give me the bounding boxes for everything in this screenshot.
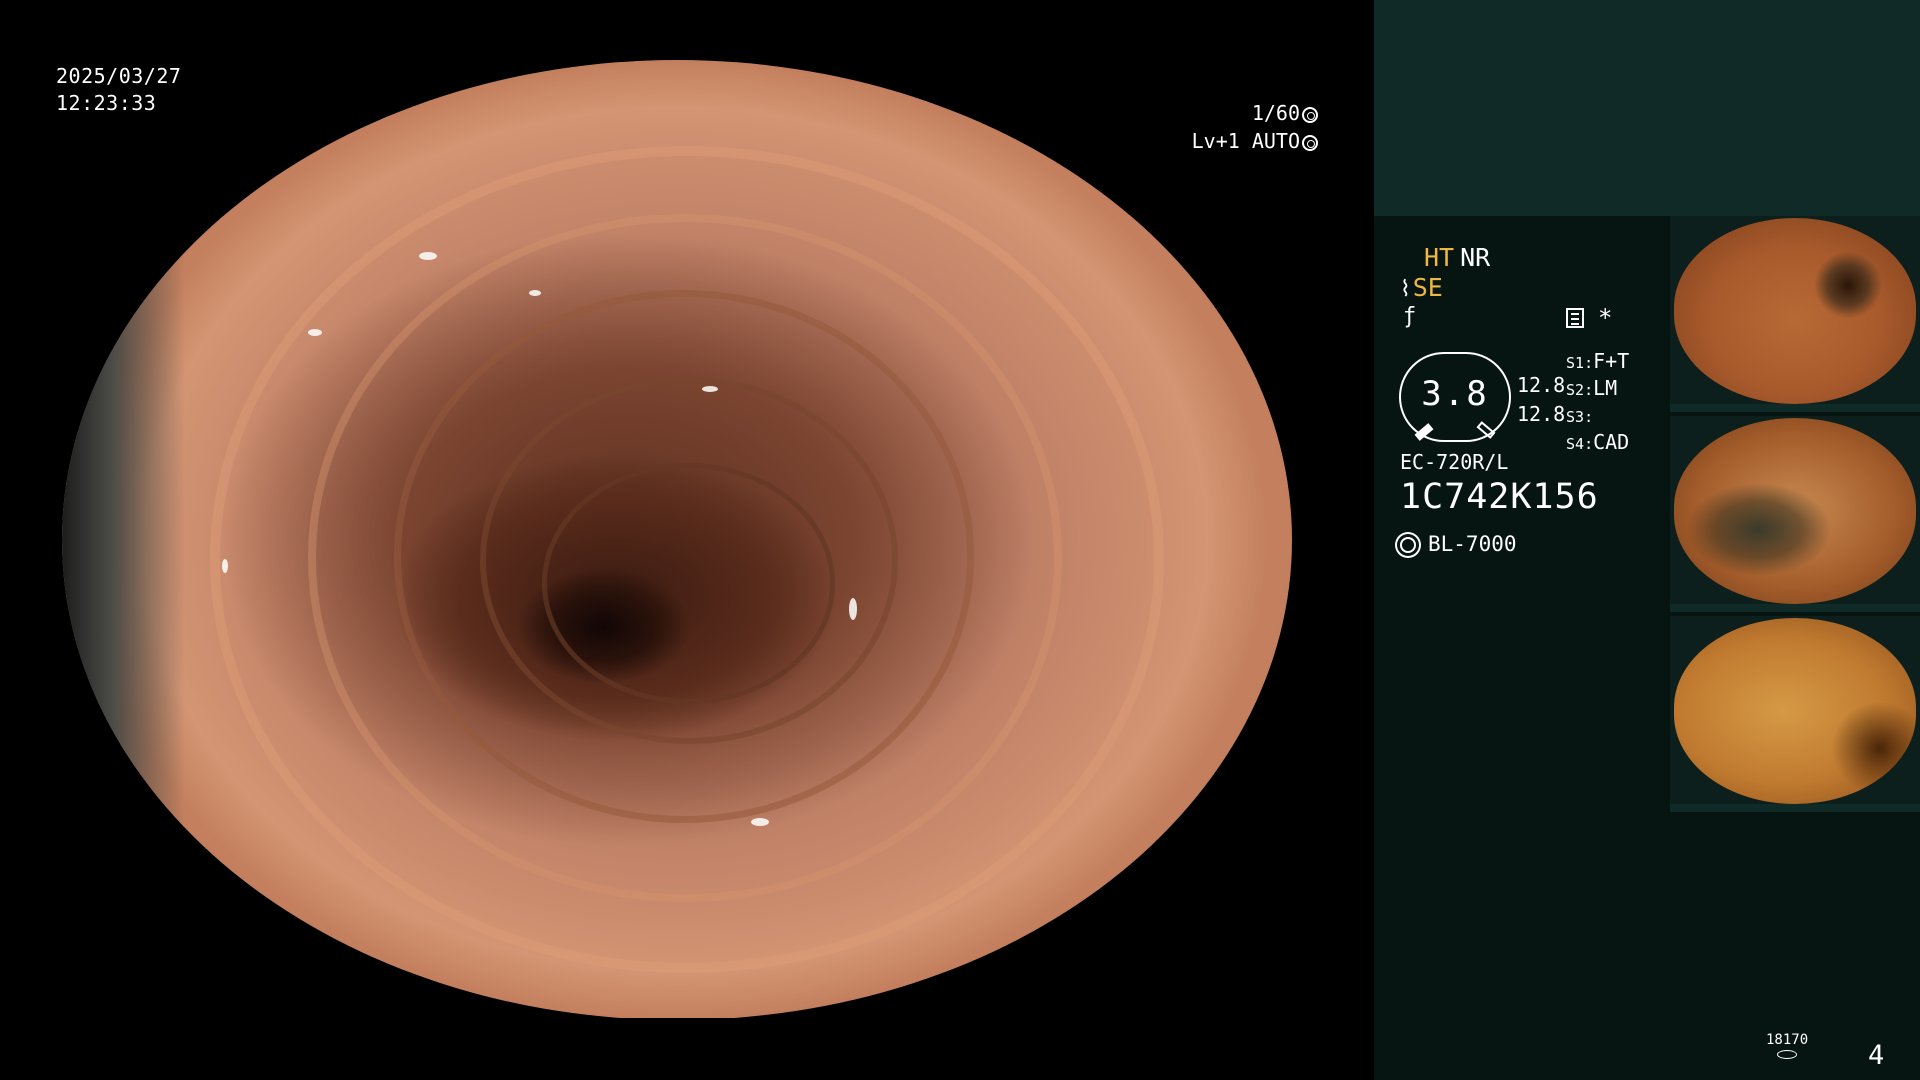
se-row: ⌇SE [1400, 273, 1443, 302]
scope-key: S3 [1566, 408, 1585, 426]
image-counter: 18170 [1766, 1032, 1808, 1059]
scope-key: S4 [1566, 435, 1585, 453]
scope-model: EC-720R/L [1400, 450, 1509, 474]
value-lower: 12.8 [1517, 402, 1566, 426]
asterisk-icon: * [1598, 304, 1613, 332]
view-mask-top [0, 0, 1370, 60]
light-source: BL-7000 [1400, 532, 1517, 556]
thumbnail-image [1674, 618, 1916, 804]
value-stack: 12.8 12.8 [1517, 371, 1565, 429]
exposure-readout: 1/60 Lv+1 AUTO [1192, 99, 1318, 155]
light-source-text: BL-7000 [1428, 532, 1517, 556]
f-icon: ƒ [1403, 304, 1417, 329]
view-mask-bottom [0, 1018, 1370, 1080]
thumbnail-bar [1670, 404, 1920, 412]
scope-serial: 1C742K156 [1400, 477, 1599, 517]
level-auto-text: Lv+1 AUTO [1191, 129, 1300, 153]
thumbnail-image [1674, 418, 1916, 604]
scope-value: LM [1593, 376, 1618, 400]
specular-glint [221, 559, 228, 574]
iris-icon [1302, 135, 1318, 151]
mode-ht: HT [1424, 243, 1455, 272]
captured-thumbnail[interactable] [1670, 616, 1920, 812]
mode-row: HT NR [1424, 243, 1490, 272]
scope-value: F+T [1593, 349, 1630, 373]
captured-thumbnail[interactable] [1670, 416, 1920, 612]
value-upper: 12.8 [1517, 373, 1566, 397]
aperture-icon [1302, 107, 1318, 123]
datetime-readout: 2025/03/27 12:23:33 [56, 63, 181, 117]
scope-row: S3: [1566, 408, 1594, 426]
specular-glint [849, 597, 858, 620]
scope-row: S4:CAD [1566, 430, 1630, 454]
sun-icon [1400, 537, 1416, 553]
specular-glint [308, 328, 322, 336]
date-text: 2025/03/27 [56, 64, 182, 88]
thumbnail-image [1674, 218, 1916, 404]
panel-header [1374, 0, 1920, 216]
view-vignette [62, 60, 1292, 1020]
gauge-value: 3.8 [1421, 374, 1489, 414]
shutter-text: 1/60 [1251, 101, 1300, 125]
mode-nr: NR [1460, 243, 1491, 272]
menu-icon [1566, 308, 1584, 328]
page-number: 4 [1868, 1040, 1885, 1071]
disk-icon [1777, 1050, 1798, 1059]
gauge: 3.8 [1399, 352, 1511, 442]
scope-settings: S1:F+T S2:LM S3: S4:CAD [1566, 349, 1629, 457]
time-text: 12:23:33 [56, 91, 157, 115]
scope-key: S2 [1566, 381, 1585, 399]
mode-se: SE [1412, 273, 1443, 302]
endoscope-view [62, 60, 1292, 1020]
scope-value: CAD [1593, 430, 1630, 454]
thumbnail-bar [1670, 804, 1920, 812]
scope-key: S1 [1566, 354, 1585, 372]
captured-thumbnail[interactable] [1670, 216, 1920, 412]
image-count: 18170 [1766, 1032, 1809, 1048]
scope-row: S1:F+T [1566, 349, 1630, 373]
tilde-icon: ⌇ [1400, 277, 1411, 302]
thumbnail-bar [1670, 604, 1920, 612]
specular-glint [418, 252, 437, 260]
scope-row: S2:LM [1566, 376, 1618, 400]
